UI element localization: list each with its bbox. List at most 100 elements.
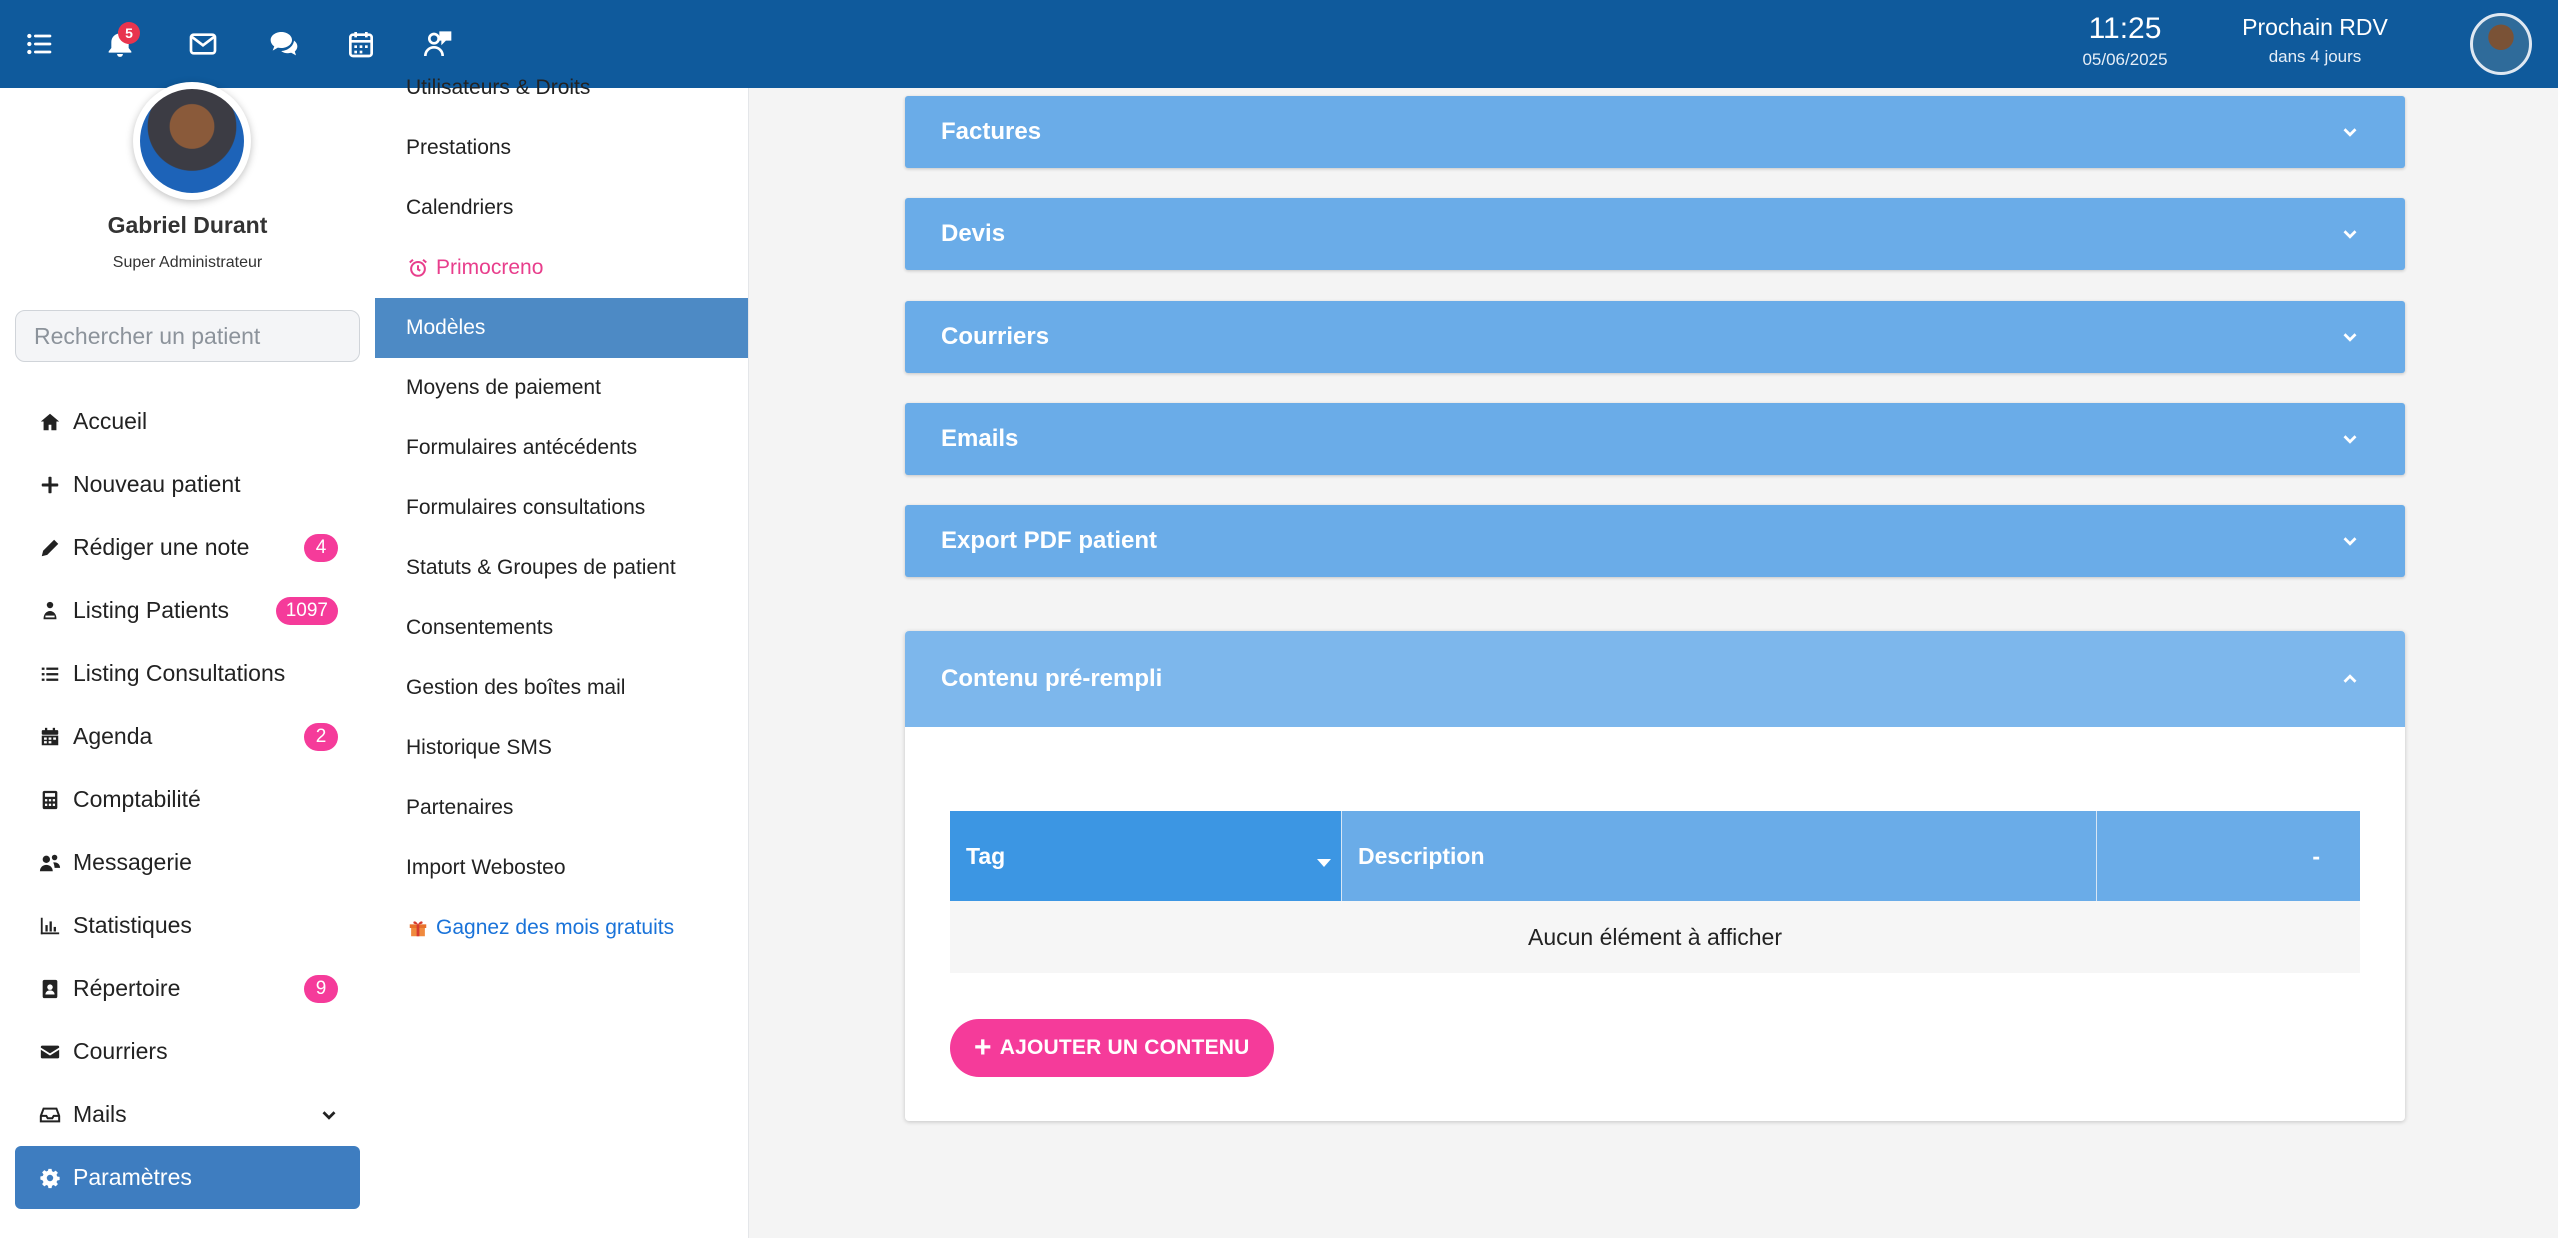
table-header: Tag Description - (950, 811, 2360, 901)
panel-courriers[interactable]: Courriers (905, 301, 2405, 373)
next-appointment-label: Prochain RDV (2242, 14, 2388, 40)
nav-label: Accueil (73, 408, 148, 434)
panel-title: Courriers (941, 323, 1050, 350)
submenu-historique-sms[interactable]: Historique SMS (375, 718, 748, 778)
column-label: - (2312, 842, 2320, 869)
nav-label: Rédiger une note (73, 534, 250, 560)
nav-label: Courriers (73, 1038, 168, 1064)
column-label: Tag (966, 842, 1006, 869)
chart-icon (37, 913, 63, 939)
panel-emails[interactable]: Emails (905, 403, 2405, 475)
panel-header[interactable]: Contenu pré-rempli (905, 631, 2405, 727)
list-icon (37, 661, 63, 687)
nav-label: Statistiques (73, 912, 192, 938)
nav-label: Messagerie (73, 849, 192, 875)
panel-contenu-pre-rempli: Contenu pré-rempli Tag Description - Auc… (905, 631, 2405, 1121)
submenu-statuts-groupes[interactable]: Statuts & Groupes de patient (375, 538, 748, 598)
panel-factures[interactable]: Factures (905, 96, 2405, 168)
submenu-gestion-boites-mail[interactable]: Gestion des boîtes mail (375, 658, 748, 718)
nav-label: Nouveau patient (73, 471, 241, 497)
nav-label: Agenda (73, 723, 153, 749)
sort-caret-icon (1317, 859, 1331, 867)
submenu-gagnez-mois-gratuits[interactable]: Gagnez des mois gratuits (375, 898, 748, 958)
envelope-icon (37, 1039, 63, 1065)
alarm-clock-icon (406, 256, 430, 280)
add-content-label: AJOUTER UN CONTENU (999, 1036, 1250, 1059)
calculator-icon (37, 787, 63, 813)
nav-item-messagerie[interactable]: Messagerie (15, 831, 360, 894)
submenu-primocreno[interactable]: Primocreno (375, 238, 748, 298)
bell-icon[interactable]: 5 (98, 22, 142, 66)
user-avatar[interactable] (2470, 13, 2532, 75)
menu-list-icon[interactable] (18, 22, 62, 66)
patients-count-badge: 1097 (275, 596, 338, 625)
nav-item-comptabilite[interactable]: Comptabilité (15, 768, 360, 831)
nav-label: Listing Consultations (73, 660, 286, 686)
nav-label: Mails (73, 1101, 127, 1127)
column-header-tag[interactable]: Tag (950, 811, 1342, 901)
panel-export-pdf-patient[interactable]: Export PDF patient (905, 505, 2405, 577)
nav-item-repertoire[interactable]: Répertoire 9 (15, 957, 360, 1020)
clock: 11:25 05/06/2025 (2040, 12, 2210, 70)
sidebar: Gabriel Durant Super Administrateur Accu… (0, 82, 375, 1238)
submenu-prestations[interactable]: Prestations (375, 118, 748, 178)
column-header-description[interactable]: Description (1342, 811, 2097, 901)
chevron-down-icon[interactable] (318, 1104, 340, 1126)
nav-label: Listing Patients (73, 597, 229, 623)
patient-search-input[interactable] (15, 310, 360, 362)
submenu-moyens-paiement[interactable]: Moyens de paiement (375, 358, 748, 418)
current-time: 11:25 (2088, 12, 2162, 45)
chevron-down-icon (2343, 435, 2357, 444)
nav-label: Paramètres (73, 1164, 192, 1190)
users-icon (37, 850, 63, 876)
table-empty-message: Aucun élément à afficher (950, 901, 2360, 973)
submenu-label: Primocreno (436, 256, 544, 279)
plus-icon (37, 472, 63, 498)
submenu-utilisateurs-droits[interactable]: Utilisateurs & Droits (375, 58, 748, 118)
submenu-formulaires-consultations[interactable]: Formulaires consultations (375, 478, 748, 538)
contact-book-icon (37, 976, 63, 1002)
plus-icon: + (974, 1031, 992, 1064)
current-date: 05/06/2025 (2082, 50, 2168, 69)
submenu-formulaires-antecedents[interactable]: Formulaires antécédents (375, 418, 748, 478)
submenu-calendriers[interactable]: Calendriers (375, 178, 748, 238)
nav-label: Répertoire (73, 975, 181, 1001)
nav-item-statistiques[interactable]: Statistiques (15, 894, 360, 957)
profile-name: Gabriel Durant (107, 212, 268, 238)
inbox-icon (37, 1102, 63, 1128)
chevron-down-icon (2343, 128, 2357, 137)
nav-item-mails[interactable]: Mails (15, 1083, 360, 1146)
submenu-consentements[interactable]: Consentements (375, 598, 748, 658)
profile-avatar[interactable] (133, 82, 251, 200)
next-appointment-delay: dans 4 jours (2268, 47, 2362, 66)
chevron-down-icon (2343, 333, 2357, 342)
panel-devis[interactable]: Devis (905, 198, 2405, 270)
nav-item-agenda[interactable]: Agenda 2 (15, 705, 360, 768)
home-icon (37, 409, 63, 435)
nav-item-rediger-note[interactable]: Rédiger une note 4 (15, 516, 360, 579)
nav-item-courriers[interactable]: Courriers (15, 1020, 360, 1083)
nav-item-accueil[interactable]: Accueil (15, 390, 360, 453)
notes-count-badge: 4 (304, 533, 338, 562)
panel-title: Devis (941, 220, 1006, 247)
next-appointment[interactable]: Prochain RDV dans 4 jours (2220, 14, 2410, 67)
submenu-modeles[interactable]: Modèles (375, 298, 748, 358)
nav-item-nouveau-patient[interactable]: Nouveau patient (15, 453, 360, 516)
chevron-down-icon (2343, 230, 2357, 239)
chat-bubbles-icon[interactable] (262, 22, 306, 66)
gear-icon (37, 1165, 63, 1191)
column-header-actions: - (2097, 811, 2360, 901)
nav-item-listing-patients[interactable]: Listing Patients 1097 (15, 579, 360, 642)
nav-item-listing-consultations[interactable]: Listing Consultations (15, 642, 360, 705)
notification-count-badge: 5 (118, 22, 140, 44)
panel-title: Export PDF patient (941, 527, 1158, 554)
submenu-label: Gagnez des mois gratuits (436, 916, 675, 939)
submenu-partenaires[interactable]: Partenaires (375, 778, 748, 838)
add-content-button[interactable]: + AJOUTER UN CONTENU (950, 1019, 1274, 1077)
patient-icon (37, 598, 63, 624)
column-label: Description (1358, 842, 1485, 869)
panel-title: Emails (941, 425, 1019, 452)
submenu-import-webosteo[interactable]: Import Webosteo (375, 838, 748, 898)
envelope-icon[interactable] (181, 22, 225, 66)
nav-item-parametres[interactable]: Paramètres (15, 1146, 360, 1209)
